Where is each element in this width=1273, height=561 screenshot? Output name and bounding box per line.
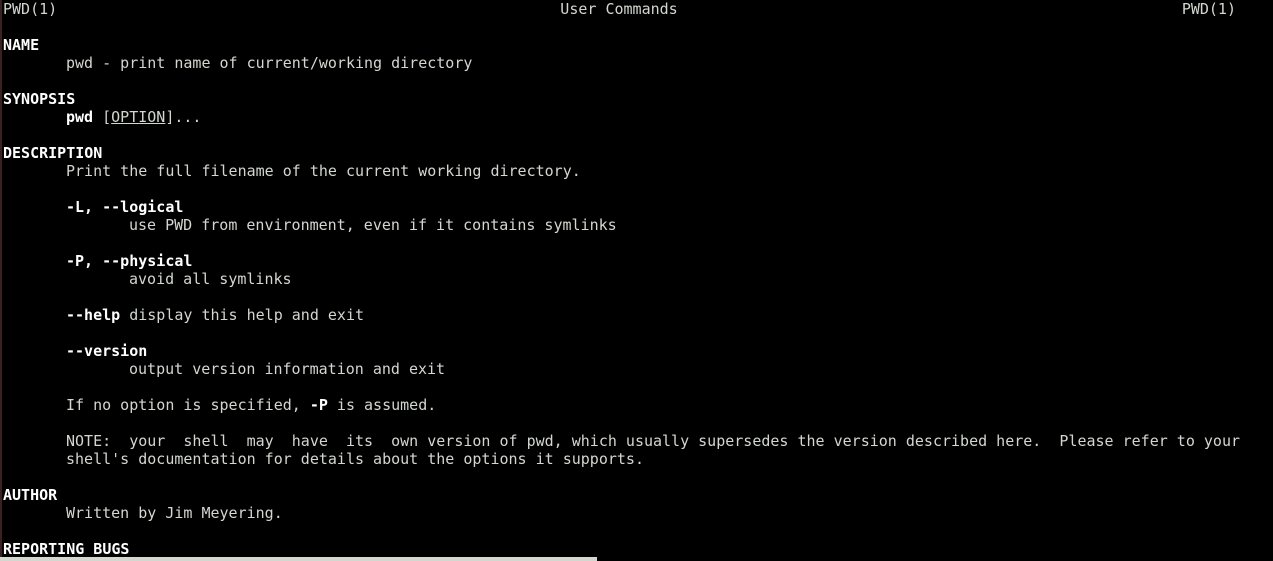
option-help-line: --help display this help and exit: [66, 306, 364, 324]
option-desc-help: display this help and exit: [120, 306, 365, 324]
section-heading-synopsis: SYNOPSIS: [3, 90, 76, 108]
terminal-left-edge: [0, 0, 2, 561]
synopsis-command: pwd: [66, 108, 94, 126]
synopsis-line: pwd [OPTION]...: [66, 108, 201, 126]
option-desc-version: output version information and exit: [129, 360, 446, 378]
synopsis-bracket-close: ]...: [165, 108, 202, 126]
author-text: Written by Jim Meyering.: [66, 504, 283, 522]
default-note-pre: If no option is specified,: [66, 396, 310, 414]
description-intro: Print the full filename of the current w…: [66, 162, 581, 180]
option-flag-help: --help: [66, 306, 121, 324]
default-note-flag: -P: [309, 396, 328, 414]
shell-note-line1: NOTE: your shell may have its own versio…: [66, 432, 1240, 450]
default-option-note: If no option is specified, -P is assumed…: [66, 396, 436, 414]
section-heading-author: AUTHOR: [3, 486, 58, 504]
man-header-right: PWD(1): [1181, 0, 1236, 18]
synopsis-space: [93, 108, 102, 126]
shell-note-line2: shell's documentation for details about …: [66, 450, 644, 468]
man-header-center: User Commands: [560, 0, 678, 18]
option-desc-logical: use PWD from environment, even if it con…: [129, 216, 617, 234]
name-text: pwd - print name of current/working dire…: [66, 54, 473, 72]
option-flag-physical: -P, --physical: [66, 252, 193, 270]
synopsis-bracket-open: [: [102, 108, 112, 126]
section-heading-description: DESCRIPTION: [3, 144, 103, 162]
synopsis-option: OPTION: [111, 108, 166, 126]
section-heading-reporting-bugs: REPORTING BUGS: [3, 540, 130, 558]
option-flag-version: --version: [66, 342, 148, 360]
section-heading-name: NAME: [3, 36, 40, 54]
pager-status-bar: [0, 557, 597, 561]
option-flag-logical: -L, --logical: [66, 198, 184, 216]
default-note-post: is assumed.: [327, 396, 437, 414]
option-desc-physical: avoid all symlinks: [129, 270, 292, 288]
